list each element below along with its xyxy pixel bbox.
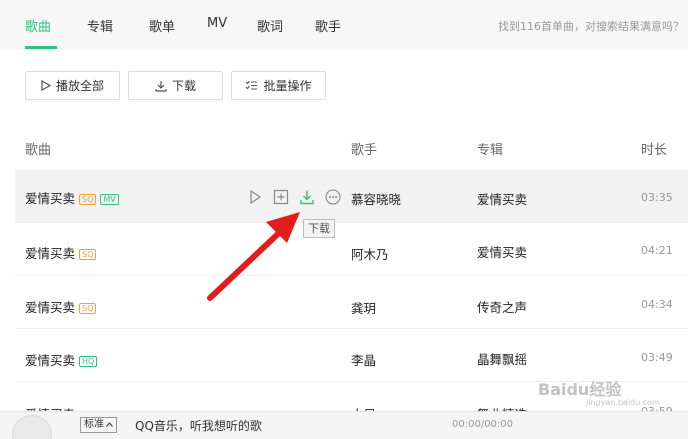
album-name[interactable]: 传奇之声 — [477, 297, 527, 316]
download-button[interactable]: 下载 — [128, 71, 223, 100]
tab-lyrics[interactable]: 歌词 — [257, 16, 283, 35]
baidu-watermark: Baidu经验 — [538, 380, 622, 399]
column-header-duration[interactable]: 时长 — [641, 139, 667, 158]
table-row[interactable]: 爱情买卖 SQ 阿木乃 爱情买卖 04:21 — [15, 223, 688, 276]
search-result-summary: 找到116首单曲，对搜索结果满意吗？ — [498, 20, 684, 33]
table-row[interactable]: 爱情买卖 SQ MV 慕容晓晓 爱情买卖 03:35 — [15, 170, 688, 223]
table-row[interactable]: 爱情买卖 SQ 龚玥 传奇之声 04:34 — [15, 276, 688, 329]
play-all-label: 播放全部 — [55, 79, 104, 93]
duration: 03:35 — [641, 191, 673, 204]
song-title[interactable]: 爱情买卖 HQ — [25, 350, 98, 369]
table-row[interactable]: 爱情买卖 HQ 李晶 晶舞飘摇 03:49 — [15, 329, 688, 382]
album-name[interactable]: 爱情买卖 — [477, 189, 527, 208]
album-cover-disc[interactable] — [12, 415, 52, 439]
sq-badge: SQ — [79, 303, 97, 314]
song-title[interactable]: 爱情买卖 SQ — [25, 243, 97, 262]
tab-bar: 歌曲 专辑 歌单 MV 歌词 歌手 找到116首单曲，对搜索结果满意吗？ — [0, 0, 688, 50]
active-tab-indicator — [25, 46, 57, 49]
album-name[interactable]: 晶舞飘摇 — [477, 349, 527, 368]
singer-name[interactable]: 阿木乃 — [351, 244, 389, 263]
play-icon[interactable] — [247, 189, 263, 205]
batch-operation-button[interactable]: 批量操作 — [231, 71, 326, 100]
play-time: 00:00/00:00 — [452, 419, 514, 430]
tab-playlists[interactable]: 歌单 — [149, 16, 175, 35]
sq-badge: SQ — [79, 194, 97, 205]
quality-selector[interactable]: 标准 — [80, 417, 117, 433]
now-playing-title: QQ音乐，听我想听的歌 — [135, 419, 262, 433]
baidu-watermark-url: jingyan.baidu.com — [586, 398, 660, 407]
tab-albums[interactable]: 专辑 — [87, 16, 113, 35]
sq-badge: SQ — [79, 249, 97, 260]
column-header-song[interactable]: 歌曲 — [25, 139, 51, 158]
download-icon — [155, 80, 167, 92]
song-title[interactable]: 爱情买卖 SQ MV — [25, 188, 119, 207]
song-title[interactable]: 爱情买卖 SQ — [25, 297, 97, 316]
duration: 04:34 — [641, 298, 673, 311]
quality-label: 标准 — [84, 419, 104, 430]
mv-badge[interactable]: MV — [100, 194, 119, 205]
column-header-singer[interactable]: 歌手 — [351, 139, 377, 158]
singer-name[interactable]: 慕容晓晓 — [351, 189, 401, 208]
play-all-button[interactable]: 播放全部 — [25, 71, 120, 100]
player-bar: 标准 QQ音乐，听我想听的歌 00:00/00:00 — [0, 411, 688, 439]
hq-badge: HQ — [79, 356, 98, 367]
duration: 03:49 — [641, 351, 673, 364]
download-tooltip: 下载 — [303, 219, 335, 238]
album-name[interactable]: 爱情买卖 — [477, 242, 527, 261]
list-check-icon — [245, 80, 258, 91]
download-icon[interactable] — [299, 189, 315, 205]
tab-singers[interactable]: 歌手 — [315, 16, 341, 35]
column-header-album[interactable]: 专辑 — [477, 139, 503, 158]
more-icon[interactable] — [325, 189, 341, 205]
download-label: 下载 — [171, 79, 196, 93]
chevron-up-icon — [106, 418, 113, 432]
batch-operation-label: 批量操作 — [263, 79, 312, 93]
tab-songs[interactable]: 歌曲 — [25, 16, 51, 35]
row-actions — [247, 189, 341, 205]
duration: 04:21 — [641, 244, 673, 257]
singer-name[interactable]: 李晶 — [351, 350, 376, 369]
play-icon — [41, 80, 51, 91]
singer-name[interactable]: 龚玥 — [351, 298, 376, 317]
add-icon[interactable] — [273, 189, 289, 205]
tab-mv[interactable]: MV — [207, 16, 227, 31]
